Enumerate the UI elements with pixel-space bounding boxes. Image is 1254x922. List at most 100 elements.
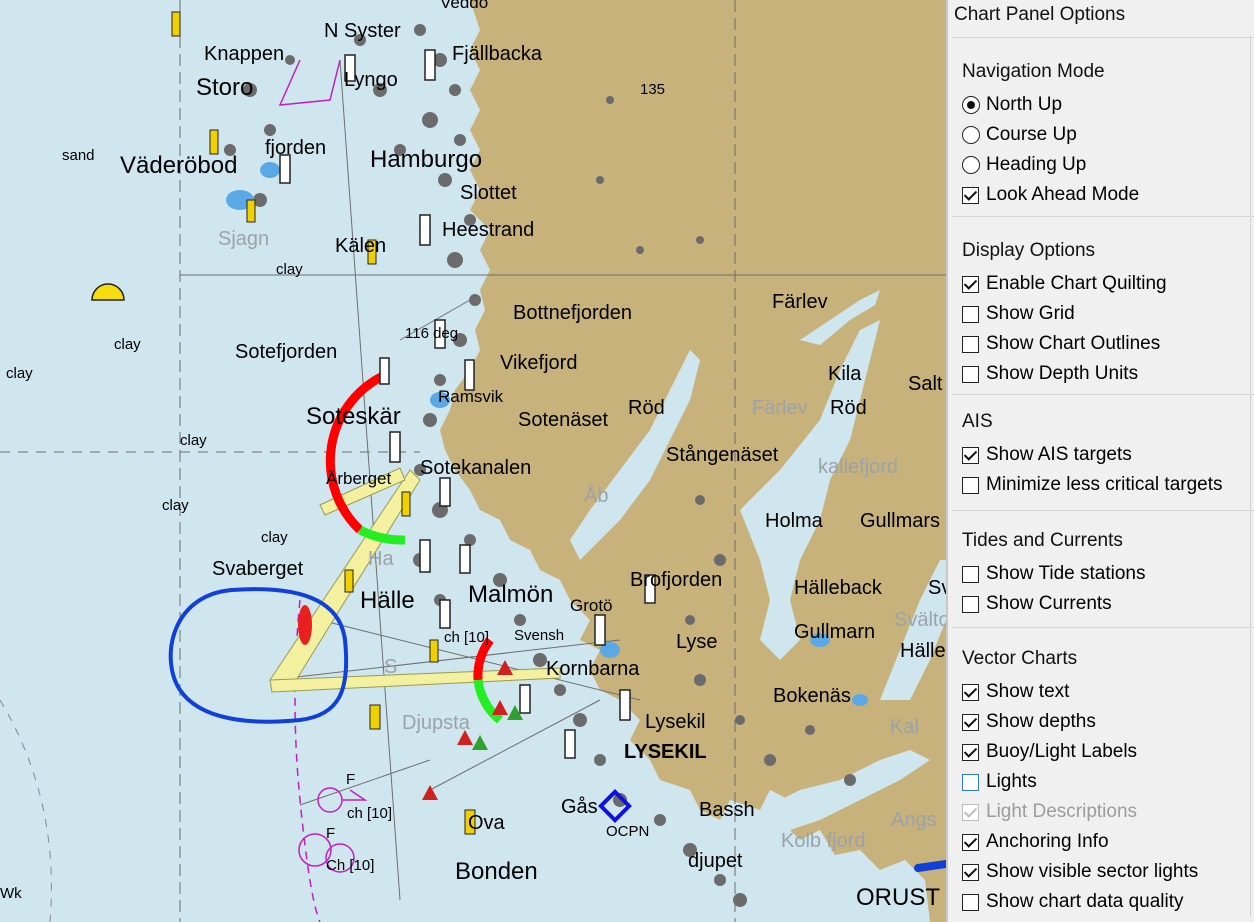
checkbox-indicator[interactable] xyxy=(962,833,979,851)
checkbox-show-grid[interactable]: Show Grid xyxy=(962,301,1075,327)
option-label: Light Descriptions xyxy=(986,801,1138,822)
radio-course-up[interactable]: Course Up xyxy=(962,122,1077,148)
checkbox-anchoring-info[interactable]: Anchoring Info xyxy=(962,829,1109,855)
map-label: Hamburgo xyxy=(370,146,483,173)
map-label: Sotefjorden xyxy=(235,341,338,363)
map-label: Sjagn xyxy=(218,228,270,250)
map-label: Holma xyxy=(765,510,823,532)
map-label: clay xyxy=(261,529,288,546)
map-label: Wk xyxy=(0,885,22,902)
checkbox-indicator[interactable] xyxy=(962,335,979,353)
radio-indicator[interactable] xyxy=(962,156,980,174)
map-label: Kila xyxy=(828,363,862,385)
option-label: Minimize less critical targets xyxy=(986,474,1223,495)
map-label: clay xyxy=(180,432,207,449)
checkbox-indicator[interactable] xyxy=(962,476,979,494)
map-label: Malmön xyxy=(468,581,554,608)
map-label: Ova xyxy=(468,812,505,834)
checkbox-show-depth-units[interactable]: Show Depth Units xyxy=(962,361,1138,387)
map-label: Salt xyxy=(908,373,943,395)
checkbox-indicator[interactable] xyxy=(962,773,979,791)
checkbox-indicator[interactable] xyxy=(962,305,979,323)
divider xyxy=(952,627,1254,628)
checkbox-indicator[interactable] xyxy=(962,595,979,613)
checkbox-indicator[interactable] xyxy=(962,743,979,761)
checkbox-look-ahead-mode[interactable]: Look Ahead Mode xyxy=(962,182,1139,208)
checkbox-indicator[interactable] xyxy=(962,893,979,911)
map-label: Hälle xyxy=(900,640,946,662)
map-label: F xyxy=(326,825,336,842)
radio-indicator[interactable] xyxy=(962,96,980,114)
checkbox-indicator[interactable] xyxy=(962,683,979,701)
checkbox-indicator[interactable] xyxy=(962,365,979,383)
map-label: ch [10] xyxy=(444,629,490,646)
checkbox-show-visible-sector-lights[interactable]: Show visible sector lights xyxy=(962,859,1198,885)
map-label: Bonden xyxy=(455,858,538,885)
checkbox-show-chart-outlines[interactable]: Show Chart Outlines xyxy=(962,331,1160,357)
map-label: Ärberget xyxy=(326,469,392,488)
checkbox-indicator[interactable] xyxy=(962,863,979,881)
map-label: kallefjord xyxy=(818,456,899,478)
checkbox-buoy-light-labels[interactable]: Buoy/Light Labels xyxy=(962,739,1137,765)
checkbox-minimize-less-critical-targets[interactable]: Minimize less critical targets xyxy=(962,472,1223,498)
radio-indicator[interactable] xyxy=(962,126,980,144)
map-label: Knappen xyxy=(204,43,285,65)
map-label: clay xyxy=(162,497,189,514)
chart-canvas[interactable]: Veddo N Syster Knappen Lyngo Fjällbacka … xyxy=(0,0,946,922)
blue-stub xyxy=(914,860,946,872)
checkbox-show-chart-data-quality[interactable]: Show chart data quality xyxy=(962,889,1184,915)
tide-station-symbol xyxy=(91,283,125,301)
red-buoy-mark xyxy=(298,605,312,645)
checkbox-show-tide-stations[interactable]: Show Tide stations xyxy=(962,561,1145,587)
map-label: ORUST xyxy=(856,884,940,911)
map-label: OCPN xyxy=(606,823,650,840)
checkbox-indicator[interactable] xyxy=(962,713,979,731)
divider xyxy=(952,510,1254,511)
checkbox-indicator[interactable] xyxy=(962,186,979,204)
option-label: Show depths xyxy=(986,711,1096,732)
sector-arc-red xyxy=(325,370,387,534)
map-label: Färlev xyxy=(752,397,808,419)
map-label: Svensh xyxy=(514,627,565,644)
map-label: Kal xyxy=(890,716,919,738)
checkbox-indicator[interactable] xyxy=(962,803,979,821)
checkbox-show-depths[interactable]: Show depths xyxy=(962,709,1096,735)
map-label: Djupsta xyxy=(402,712,470,734)
radio-north-up[interactable]: North Up xyxy=(962,92,1062,118)
option-label: Show Depth Units xyxy=(986,363,1139,384)
checkbox-indicator[interactable] xyxy=(962,565,979,583)
checkbox-lights[interactable]: Lights xyxy=(962,769,1037,795)
checkbox-indicator[interactable] xyxy=(962,446,979,464)
section-display-options: Display Options xyxy=(962,240,1096,261)
radio-heading-up[interactable]: Heading Up xyxy=(962,152,1086,178)
map-label: clay xyxy=(276,261,303,278)
checkbox-show-text[interactable]: Show text xyxy=(962,679,1069,705)
map-label: ch [10] xyxy=(347,805,393,822)
option-label: Heading Up xyxy=(986,154,1087,175)
checkbox-light-descriptions[interactable]: Light Descriptions xyxy=(962,799,1137,825)
checkbox-show-currents[interactable]: Show Currents xyxy=(962,591,1112,617)
map-label: clay xyxy=(114,336,141,353)
map-label: F xyxy=(346,771,356,788)
option-label: Buoy/Light Labels xyxy=(986,741,1138,762)
map-label: Åb xyxy=(584,485,609,507)
option-label: Show chart data quality xyxy=(986,891,1184,912)
option-label: Show visible sector lights xyxy=(986,861,1199,882)
map-label: Kolb fjord xyxy=(781,830,866,852)
map-label: Sotekanalen xyxy=(420,457,532,479)
option-label: Show AIS targets xyxy=(986,444,1132,465)
option-label: Show Currents xyxy=(986,593,1112,614)
map-label: Veddo xyxy=(440,0,489,12)
option-label: Show Chart Outlines xyxy=(986,333,1161,354)
checkbox-show-ais-targets[interactable]: Show AIS targets xyxy=(962,442,1132,468)
map-label: Soteskär xyxy=(306,403,401,430)
section-tides-and-currents: Tides and Currents xyxy=(962,530,1123,551)
checkbox-indicator[interactable] xyxy=(962,275,979,293)
map-label: Gullmarn xyxy=(794,621,876,643)
chart-panel-options: Chart Panel Options Navigation Mode Nort… xyxy=(946,0,1254,922)
option-label: North Up xyxy=(986,94,1063,115)
checkbox-enable-chart-quilting[interactable]: Enable Chart Quilting xyxy=(962,271,1167,297)
option-label: Look Ahead Mode xyxy=(986,184,1140,205)
map-label: Brofjorden xyxy=(630,569,723,591)
map-label: Väderöbod xyxy=(120,152,238,179)
